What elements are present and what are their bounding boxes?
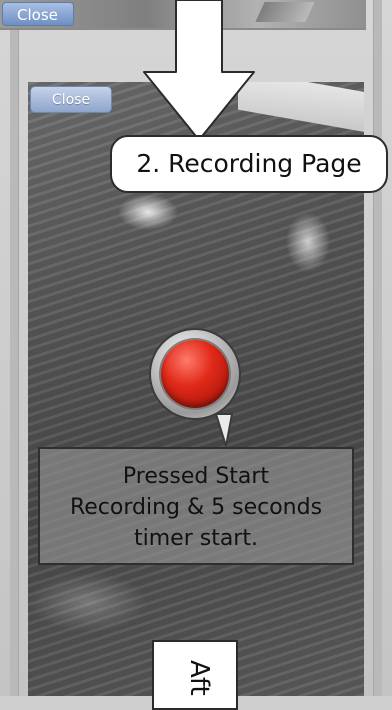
instruction-line-1: Pressed Start (122, 464, 270, 489)
instruction-line-2: Recording & 5 seconds (69, 495, 323, 520)
record-button[interactable] (161, 340, 229, 408)
next-step-label: Aft (152, 640, 238, 710)
instruction-line-3: timer start. (134, 526, 258, 551)
instruction-box: Pressed Start Recording & 5 seconds time… (38, 447, 354, 565)
page-title-callout: 2. Recording Page (110, 135, 388, 193)
tutorial-frame: Close Close 2. Recording Page Pressed St… (0, 0, 392, 710)
next-step-text: Aft (184, 660, 214, 696)
